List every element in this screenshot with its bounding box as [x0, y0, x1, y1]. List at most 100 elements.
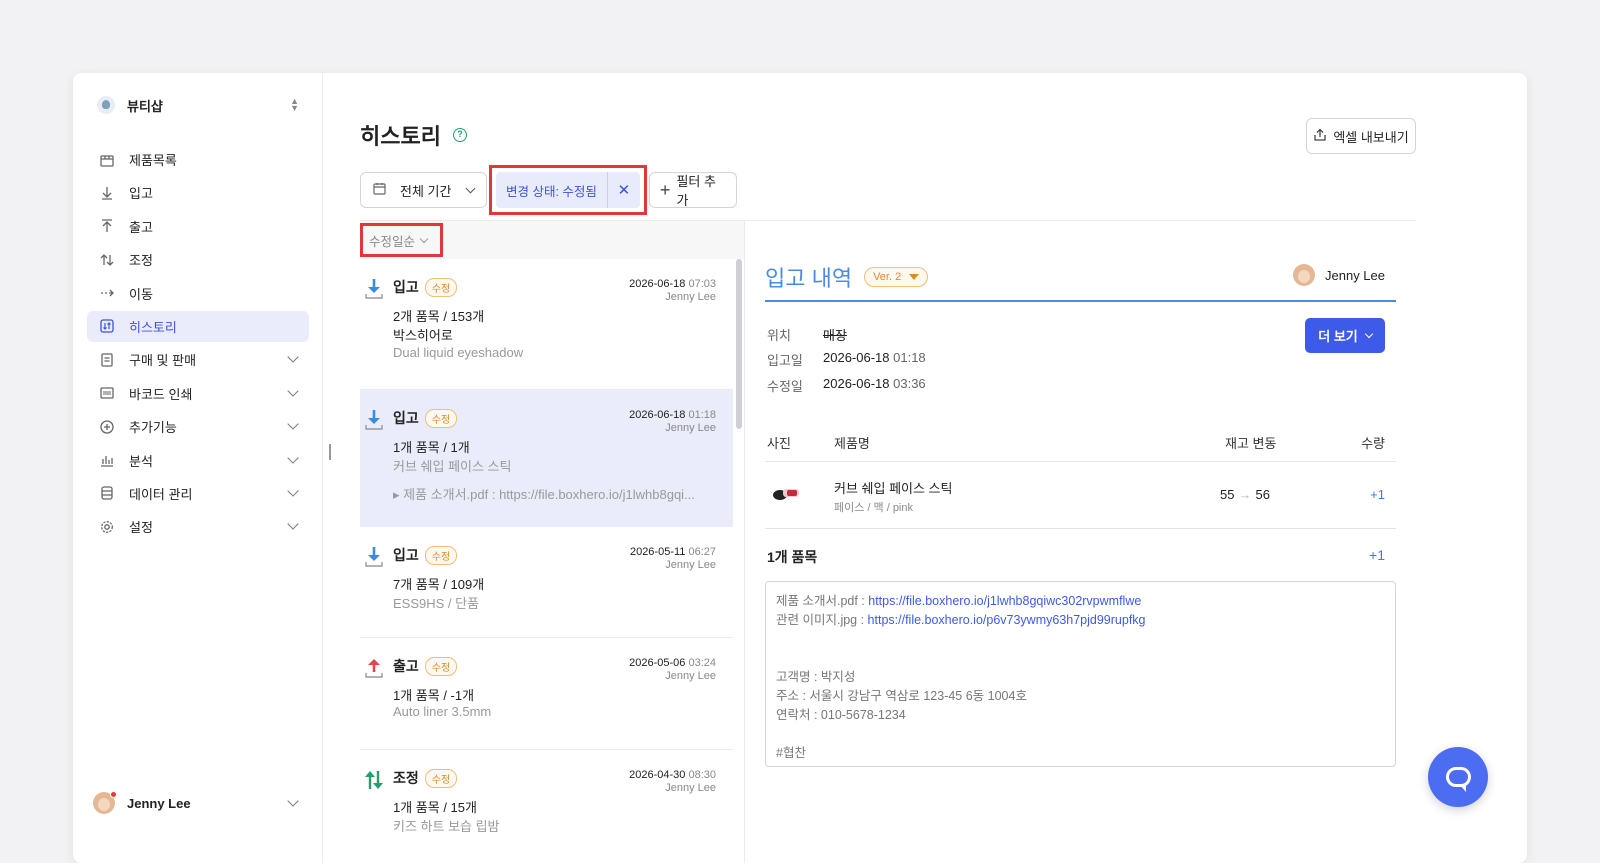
file2-link[interactable]: https://file.boxhero.io/p6v73ywmy63h7pjd…: [868, 613, 1146, 627]
history-summary: 1개 품목 / 15개: [393, 800, 477, 815]
sidebar-item-label: 히스토리: [129, 319, 177, 335]
chart-icon: [99, 452, 115, 468]
shop-name: 뷰티샵: [127, 98, 163, 114]
col-header-qty: 수량: [1361, 436, 1385, 451]
page-title: 히스토리 ?: [360, 119, 467, 151]
sidebar-item-label: 바코드 인쇄: [129, 386, 193, 402]
sidebar-item-analysis[interactable]: 분석: [87, 445, 309, 476]
history-type: 입고 수정: [393, 408, 458, 428]
arrow-right-dashed-icon: [99, 285, 115, 301]
detail-user: Jenny Lee: [1293, 264, 1385, 286]
sidebar-item-adjust[interactable]: 조정: [87, 244, 309, 275]
history-list: 수정일순 입고 수정 2026-06-18 07:03 Jenny Lee 2개 …: [360, 221, 745, 863]
list-item[interactable]: 조정 수정 2026-04-30 08:30 Jenny Lee 1개 품목 / …: [360, 750, 733, 862]
sort-select[interactable]: 수정일순: [360, 223, 443, 257]
sidebar-item-stock-in[interactable]: 입고: [87, 177, 309, 208]
memo-file2: 관련 이미지.jpg : https://file.boxhero.io/p6v…: [776, 613, 1146, 627]
chat-support-button[interactable]: [1428, 747, 1488, 807]
location-row: 위치 매장: [767, 325, 847, 344]
modified-badge: 수정: [424, 408, 458, 428]
list-item[interactable]: 출고 수정 2026-05-06 03:24 Jenny Lee 1개 품목 / …: [360, 638, 733, 750]
sidebar-item-barcode[interactable]: 바코드 인쇄: [87, 378, 309, 409]
adjust-icon: [365, 771, 383, 789]
sidebar-nav: 제품목록 입고 출고 조정 이동 히스토리 구매 및 판매 바코드 인쇄 추가기…: [87, 144, 309, 545]
memo-file1: 제품 소개서.pdf : https://file.boxhero.io/j1l…: [776, 594, 1142, 608]
history-summary: 2개 품목 / 153개: [393, 309, 485, 324]
more-button[interactable]: 더 보기: [1305, 318, 1385, 353]
chevron-down-icon: [287, 451, 299, 464]
caret-down-icon: [909, 274, 920, 280]
history-product: Dual liquid eyeshadow: [393, 345, 524, 360]
close-icon[interactable]: ✕: [608, 181, 640, 199]
title-underline: [765, 300, 1396, 302]
sidebar-item-history[interactable]: 히스토리: [87, 310, 309, 342]
chevron-down-icon: [1364, 329, 1373, 338]
modified-badge: 수정: [424, 545, 458, 565]
switch-chevron-icon: ▲ ▼: [290, 96, 299, 113]
scrollbar[interactable]: [736, 259, 742, 429]
main-content: 히스토리 ? 엑셀 내보내기 전체 기간 변경 상태: 수정됨 ✕ + 필터 추…: [323, 73, 1527, 863]
add-filter-button[interactable]: + 필터 추가: [648, 172, 737, 208]
filter-chip-label: 변경 상태: 수정됨: [496, 172, 608, 208]
shop-switcher[interactable]: 뷰티샵 ▲ ▼: [97, 93, 299, 117]
mod-date-row: 수정일 2026-06-18 03:36: [767, 376, 926, 394]
sidebar-item-label: 이동: [129, 286, 153, 302]
chat-bubble-icon: [1445, 767, 1471, 792]
list-item-selected[interactable]: 입고 수정 2026-06-18 01:18 Jenny Lee 1개 품목 / …: [360, 390, 733, 527]
sidebar-item-settings[interactable]: 설정: [87, 511, 309, 542]
user-name: Jenny Lee: [127, 795, 191, 811]
product-name[interactable]: 커브 쉐입 페이스 스틱: [834, 478, 952, 497]
chevron-down-icon: [287, 485, 299, 497]
user-menu[interactable]: Jenny Lee: [93, 788, 303, 818]
sidebar-item-addons[interactable]: 추가기능: [87, 411, 309, 442]
sort-label: 수정일순: [369, 234, 416, 249]
filter-chip-status[interactable]: 변경 상태: 수정됨 ✕: [496, 172, 640, 208]
list-item[interactable]: 입고 수정 2026-06-18 07:03 Jenny Lee 2개 품목 / …: [360, 259, 733, 390]
divider: [765, 528, 1396, 529]
plus-circle-icon: [99, 419, 115, 435]
sort-bar: 수정일순: [360, 221, 744, 259]
sidebar-item-stock-out[interactable]: 출고: [87, 211, 309, 242]
history-user: Jenny Lee: [665, 291, 716, 303]
history-user: Jenny Lee: [665, 782, 716, 794]
excel-export-button[interactable]: 엑셀 내보내기: [1306, 118, 1416, 154]
sidebar-item-move[interactable]: 이동: [87, 278, 309, 309]
chevron-down-icon: [287, 385, 299, 397]
in-date-row: 입고일 2026-06-18 01:18: [767, 350, 926, 368]
version-select[interactable]: Ver. 2: [864, 267, 929, 287]
chevron-down-icon: [465, 183, 476, 193]
history-product: 키즈 하트 보습 립밤: [393, 819, 500, 834]
chevron-down-icon: [287, 795, 299, 807]
notification-dot: [110, 791, 117, 798]
history-datetime: 2026-05-06 03:24: [629, 657, 716, 669]
database-icon: [99, 485, 115, 501]
product-image: [773, 489, 799, 500]
sidebar-item-label: 입고: [129, 186, 153, 202]
stock-in-icon: [365, 547, 383, 567]
sidebar-item-products[interactable]: 제품목록: [87, 144, 309, 175]
memo-contact: 연락처 : 010-5678-1234: [776, 708, 906, 722]
sidebar-item-data-management[interactable]: 데이터 관리: [87, 478, 309, 509]
period-select[interactable]: 전체 기간: [360, 172, 487, 208]
app-window: 뷰티샵 ▲ ▼ 제품목록 입고 출고 조정 이동 히스토리 구매 및 판매 바코…: [73, 73, 1527, 863]
modified-badge: 수정: [424, 277, 458, 297]
list-item[interactable]: 입고 수정 2026-05-11 06:27 Jenny Lee 7개 품목 / …: [360, 527, 733, 638]
history-detail: 입고 내역 Ver. 2 Jenny Lee 위치 매장 입고일 2026-06-1…: [765, 221, 1396, 863]
file1-link[interactable]: https://file.boxhero.io/j1lwhb8gqiwc302r…: [868, 594, 1141, 608]
history-summary: 1개 품목 / 1개: [393, 440, 470, 455]
col-header-stock: 재고 변동: [1225, 436, 1277, 451]
sidebar-item-label: 출고: [129, 219, 153, 235]
shop-logo-icon: [97, 96, 115, 114]
history-attachment: ▸ 제품 소개서.pdf : https://file.boxhero.io/j…: [393, 487, 695, 502]
history-product: Auto liner 3.5mm: [393, 704, 492, 719]
sidebar-item-purchase-sales[interactable]: 구매 및 판매: [87, 344, 309, 375]
filter-bar: 전체 기간 변경 상태: 수정됨 ✕ + 필터 추가: [360, 165, 737, 215]
history-product: 커브 쉐입 페이스 스틱: [393, 459, 512, 474]
history-type: 출고 수정: [393, 656, 458, 676]
chevron-down-icon: [287, 518, 299, 530]
history-type: 입고 수정: [393, 277, 458, 297]
help-icon[interactable]: ?: [452, 128, 467, 142]
product-qty: +1: [1370, 487, 1385, 502]
history-datetime: 2026-04-30 08:30: [629, 769, 716, 781]
sidebar-item-label: 설정: [129, 520, 153, 536]
